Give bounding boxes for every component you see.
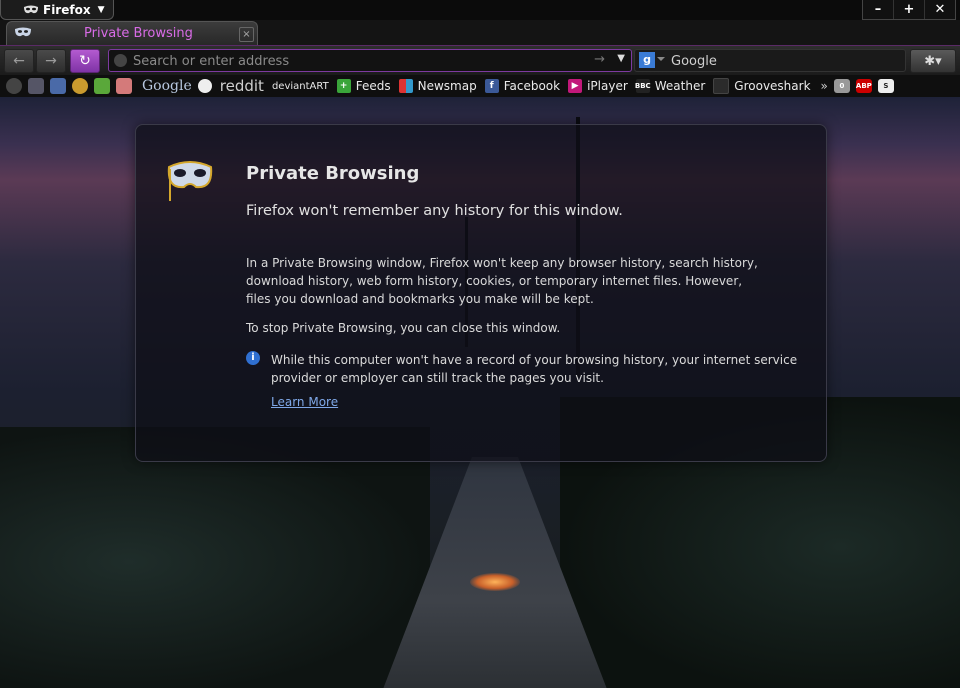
bookmark-grooveshark[interactable]: Grooveshark xyxy=(713,78,811,94)
info-icon: i xyxy=(246,351,260,365)
site-identity-icon[interactable] xyxy=(114,54,127,67)
search-bar[interactable]: g xyxy=(634,49,906,72)
bookmark-google[interactable]: Google xyxy=(142,78,192,94)
google-engine-icon[interactable]: g xyxy=(639,52,655,68)
bookmark-newsmap[interactable]: Newsmap xyxy=(398,79,477,93)
bookmark-label: Feeds xyxy=(355,79,391,93)
search-input[interactable] xyxy=(669,51,898,71)
screenshot-icon[interactable] xyxy=(28,78,44,94)
newsmap-icon xyxy=(398,79,413,93)
history-clock-icon[interactable] xyxy=(6,78,22,94)
private-browsing-panel: Private Browsing Firefox won't remember … xyxy=(135,124,827,462)
title-bar: Firefox ▼ – + ✕ xyxy=(0,0,960,21)
addons-puzzle-icon[interactable] xyxy=(94,78,110,94)
bbc-icon: BBC xyxy=(635,79,651,93)
chevron-down-icon: ▼ xyxy=(97,4,105,15)
forward-button[interactable]: → xyxy=(36,49,66,73)
grenade-icon[interactable] xyxy=(72,78,88,94)
go-arrow-icon[interactable]: → xyxy=(594,52,605,67)
private-mask-icon xyxy=(15,27,31,37)
bookmarks-toolbar: Google reddit deviantART + Feeds Newsmap… xyxy=(0,75,960,97)
bookmark-weather[interactable]: BBC Weather xyxy=(635,79,706,93)
bookmark-iplayer[interactable]: ▶ iPlayer xyxy=(568,79,628,93)
page-title: Private Browsing xyxy=(246,163,420,184)
firefox-menu-button[interactable]: Firefox ▼ xyxy=(0,0,114,20)
iplayer-icon: ▶ xyxy=(568,79,583,93)
firefox-button-label: Firefox xyxy=(43,2,91,17)
learn-more-link[interactable]: Learn More xyxy=(271,395,338,409)
reddit-alien-icon xyxy=(197,79,212,93)
minimize-button[interactable]: – xyxy=(863,0,893,19)
maximize-button[interactable]: + xyxy=(893,0,924,19)
engine-dropdown-icon[interactable] xyxy=(657,57,665,61)
tab-strip: Private Browsing × ⊕ xyxy=(0,20,960,60)
bookmark-reddit[interactable]: reddit xyxy=(220,77,264,95)
bookmark-label: iPlayer xyxy=(587,79,628,93)
adblock-plus-icon[interactable]: ABP xyxy=(855,79,872,93)
page-content: Private Browsing Firefox won't remember … xyxy=(0,97,960,688)
window-controls: – + ✕ xyxy=(862,0,956,20)
address-bar[interactable]: → ▼ xyxy=(108,49,632,72)
description-text: In a Private Browsing window, Firefox wo… xyxy=(246,256,758,306)
reload-button[interactable]: ↻ xyxy=(70,49,100,73)
address-input[interactable] xyxy=(131,51,595,71)
tab-title: Private Browsing xyxy=(84,26,193,41)
bookmarks-overflow-button[interactable]: » xyxy=(821,79,828,93)
stylish-icon[interactable]: S xyxy=(877,79,894,93)
deviantart-logo-label: deviantART xyxy=(271,80,329,92)
plus-icon: + xyxy=(336,79,351,93)
bookmark-deviantart[interactable]: deviantART xyxy=(272,81,329,92)
avatar-icon[interactable] xyxy=(116,78,132,94)
bookmark-label: Facebook xyxy=(503,79,561,93)
extension-badge-icon[interactable]: 0 xyxy=(833,79,850,93)
bookmark-label: Weather xyxy=(654,79,706,93)
bookmark-facebook[interactable]: f Facebook xyxy=(484,79,561,93)
background-foliage-left xyxy=(0,427,430,688)
background-light-reflection xyxy=(470,573,520,591)
tracking-notice: While this computer won't have a record … xyxy=(271,353,798,385)
facebook-icon: f xyxy=(484,79,499,93)
grooveshark-icon xyxy=(713,78,730,94)
tools-menu-button[interactable]: ✱▾ xyxy=(910,49,956,73)
bookmark-label: Newsmap xyxy=(417,79,477,93)
navigation-toolbar: ← → ↻ → ▼ g ✱▾ xyxy=(0,45,960,76)
zoom-icon[interactable] xyxy=(50,78,66,94)
tab-private-browsing[interactable]: Private Browsing × xyxy=(6,21,258,46)
private-mask-icon xyxy=(24,5,38,13)
stop-instructions: To stop Private Browsing, you can close … xyxy=(246,321,561,335)
private-mask-icon xyxy=(167,161,213,201)
bookmark-label: Grooveshark xyxy=(734,79,811,93)
back-button[interactable]: ← xyxy=(4,49,34,73)
close-window-button[interactable]: ✕ xyxy=(924,0,955,19)
page-subtitle: Firefox won't remember any history for t… xyxy=(246,203,623,219)
bookmark-feeds[interactable]: + Feeds xyxy=(336,79,391,93)
tab-close-button[interactable]: × xyxy=(239,27,254,42)
history-dropdown-icon[interactable]: ▼ xyxy=(617,53,625,64)
